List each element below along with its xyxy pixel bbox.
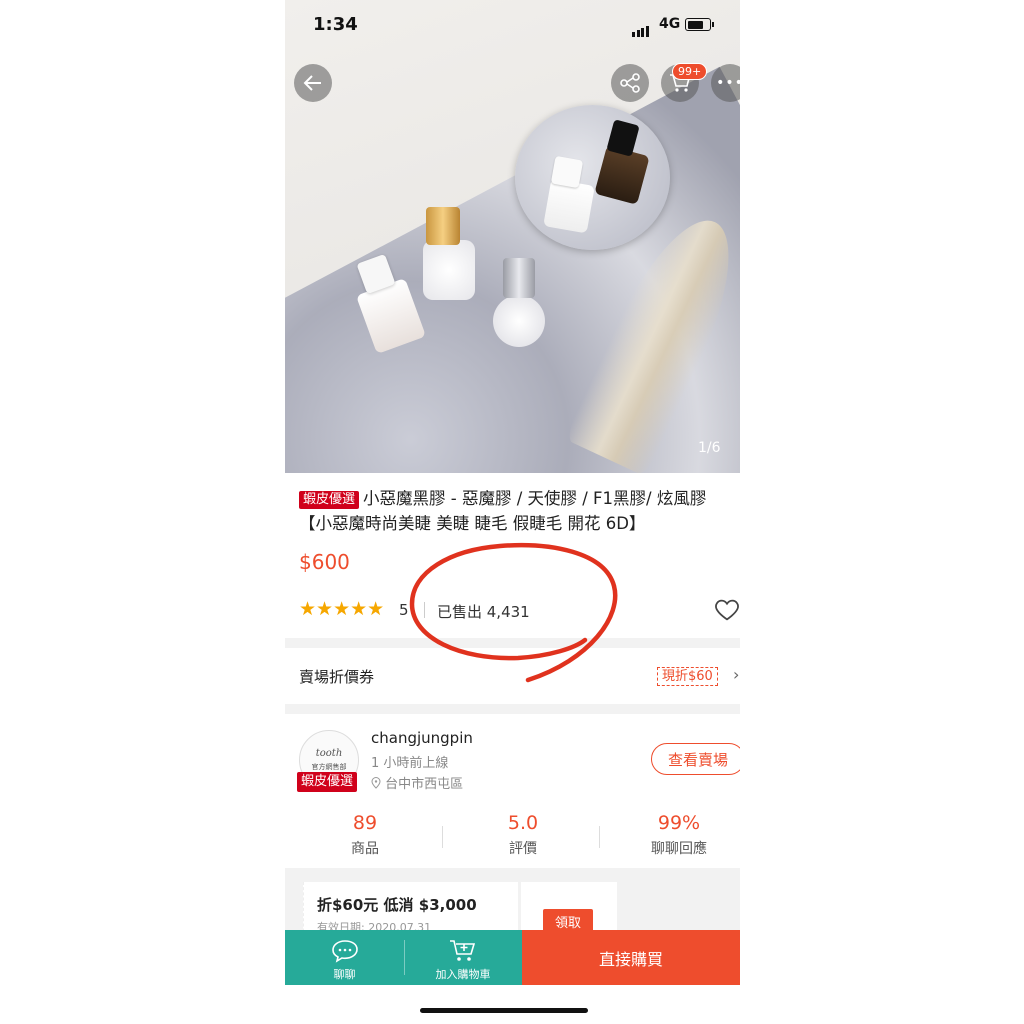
chat-icon: [332, 940, 358, 963]
chat-button[interactable]: 聊聊: [285, 930, 404, 985]
bottle-cap-gold: [426, 207, 460, 245]
buy-now-button[interactable]: 直接購買: [522, 930, 740, 985]
bottle-white-round: [423, 240, 475, 300]
star-rating-icon: ★★★★★: [299, 598, 385, 620]
stat-label: 評價: [509, 841, 537, 857]
network-type: 4G: [659, 16, 681, 32]
divider: [404, 940, 405, 975]
stat-response: 99% 聊聊回應: [604, 812, 740, 858]
add-to-cart-button[interactable]: 加入購物車: [404, 930, 522, 985]
stat-value: 89: [352, 812, 378, 834]
bottle-cap-silver: [503, 258, 535, 298]
shop-section: tooth 官方網售部 蝦皮優選 changjungpin 1 小時前上線 台中…: [285, 716, 740, 868]
stat-products: 89 商品: [290, 812, 440, 858]
stat-label: 聊聊回應: [651, 841, 707, 857]
bottom-action-bar: 聊聊 加入購物車 直接購買: [285, 930, 740, 985]
heart-icon[interactable]: [713, 596, 740, 624]
add-to-cart-label: 加入購物車: [435, 968, 491, 981]
bottle-white-plate: [543, 178, 595, 234]
home-indicator: [420, 1008, 588, 1013]
shop-name[interactable]: changjungpin: [371, 729, 473, 747]
phone-screen: 1:34 4G 99+ ••• 1/6 蝦皮優選小惡魔黑膠 - 惡魔膠 / 天使…: [285, 0, 740, 1024]
view-shop-button[interactable]: 查看賣場: [651, 743, 740, 775]
location-pin-icon: [371, 777, 381, 789]
avatar-subtext: 官方網售部: [311, 763, 347, 771]
more-icon: •••: [716, 75, 740, 91]
bottle-pro-plus: [493, 295, 545, 347]
product-title-text: 小惡魔黑膠 - 惡魔膠 / 天使膠 / F1黑膠/ 炫風膠【小惡魔時尚美睫 美睫…: [299, 489, 707, 533]
divider: [599, 826, 600, 848]
status-bar: 1:34 4G: [285, 0, 740, 52]
shop-preferred-badge: 蝦皮優選: [297, 772, 358, 792]
back-button[interactable]: [294, 64, 332, 102]
add-cart-icon: [450, 940, 476, 961]
image-counter: 1/6: [698, 440, 721, 456]
product-price: $600: [299, 550, 350, 574]
divider: [442, 826, 443, 848]
voucher-label: 賣場折價券: [299, 668, 375, 686]
cart-count-badge: 99+: [672, 63, 708, 80]
section-separator: [285, 704, 740, 714]
shop-location: 台中市西屯區: [371, 773, 463, 792]
signal-icon: [632, 18, 650, 37]
stat-value: 5.0: [507, 812, 539, 834]
share-icon: [620, 73, 640, 93]
chevron-right-icon: ›: [733, 665, 740, 684]
shop-location-text: 台中市西屯區: [385, 777, 464, 792]
stat-label: 商品: [351, 841, 379, 857]
avatar-logo-text: tooth: [315, 748, 343, 759]
shop-last-online: 1 小時前上線: [371, 756, 449, 771]
chat-label: 聊聊: [333, 968, 356, 981]
arrow-left-icon: [303, 75, 321, 91]
annotation-circle: [409, 542, 618, 683]
product-title: 蝦皮優選 小惡魔黑膠 - 惡魔膠 / 天使膠 / F1黑膠/ 炫風膠【小惡魔時尚美…: [299, 486, 739, 536]
share-button[interactable]: [611, 64, 649, 102]
status-time: 1:34: [313, 14, 358, 35]
stat-rating: 5.0 評價: [448, 812, 598, 858]
battery-icon: [685, 18, 714, 31]
coupon-area: 折$60元 低消 $3,000 有效日期: 2020.07.31 領取: [285, 868, 740, 942]
marble-plate: [515, 105, 670, 250]
preferred-badge: 蝦皮優選: [299, 491, 360, 509]
coupon-title: 折$60元 低消 $3,000: [317, 896, 477, 914]
stat-value: 99%: [657, 812, 701, 834]
voucher-tag: 現折$60: [657, 667, 718, 686]
bottle-cap: [550, 155, 584, 189]
